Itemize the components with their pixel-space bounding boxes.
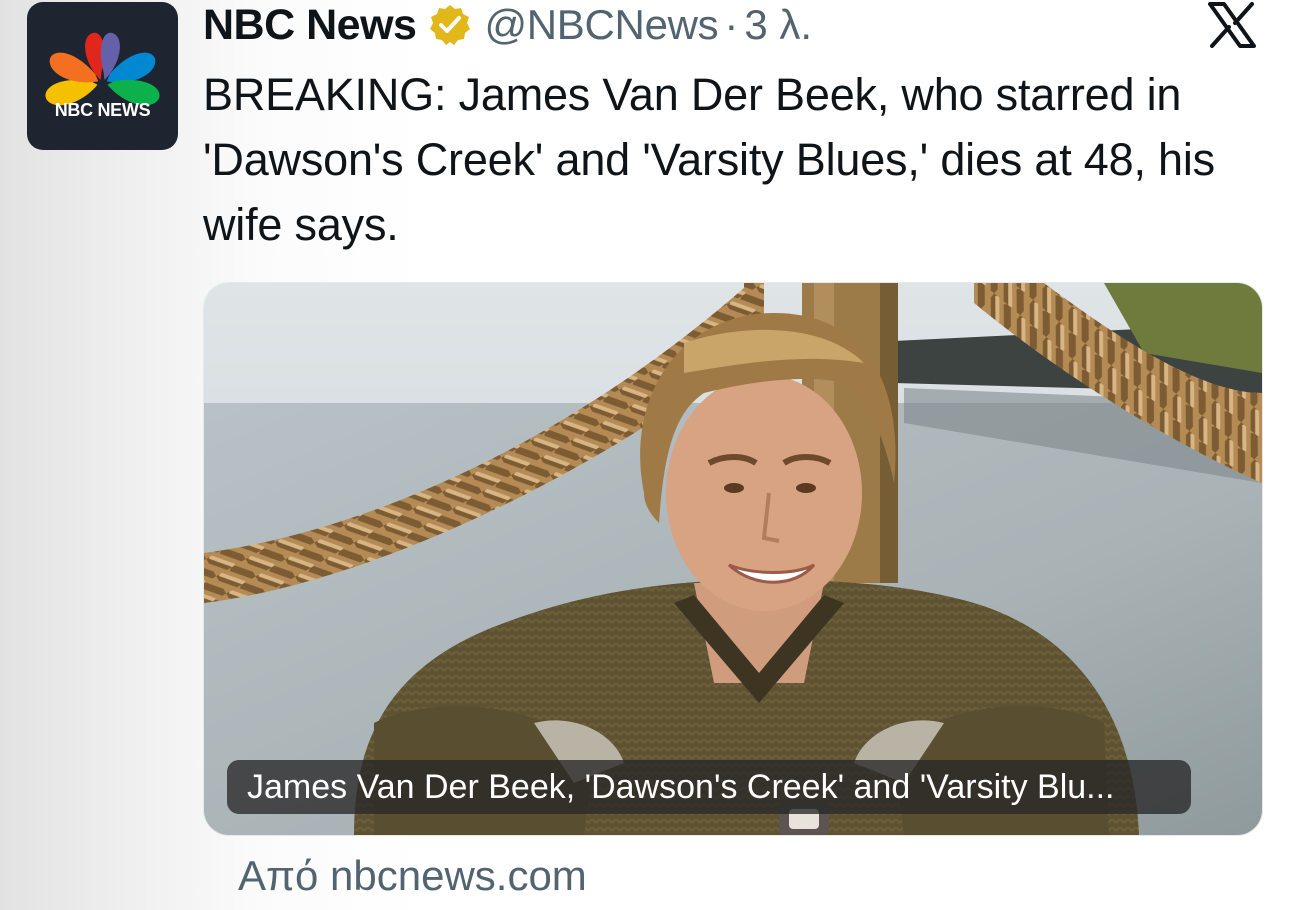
article-photo — [204, 283, 1262, 835]
avatar[interactable]: NBC NEWS — [27, 2, 178, 150]
tweet-text: BREAKING: James Van Der Beek, who starre… — [203, 69, 1215, 250]
card-caption: James Van Der Beek, 'Dawson's Creek' and… — [227, 760, 1191, 814]
card-source[interactable]: Από nbcnews.com — [238, 852, 587, 900]
peacock-logo-icon — [45, 32, 160, 106]
handle[interactable]: @NBCNews — [484, 1, 718, 49]
link-card[interactable]: James Van Der Beek, 'Dawson's Creek' and… — [203, 282, 1263, 836]
tweet-header: NBC News @NBCNews · 3 λ. — [203, 0, 812, 50]
display-name[interactable]: NBC News — [203, 1, 417, 50]
avatar-label: NBC NEWS — [54, 100, 151, 120]
separator-dot: · — [724, 1, 739, 48]
timestamp[interactable]: 3 λ. — [744, 1, 812, 49]
verified-badge-icon[interactable] — [428, 3, 472, 47]
x-logo-icon[interactable] — [1208, 2, 1256, 48]
